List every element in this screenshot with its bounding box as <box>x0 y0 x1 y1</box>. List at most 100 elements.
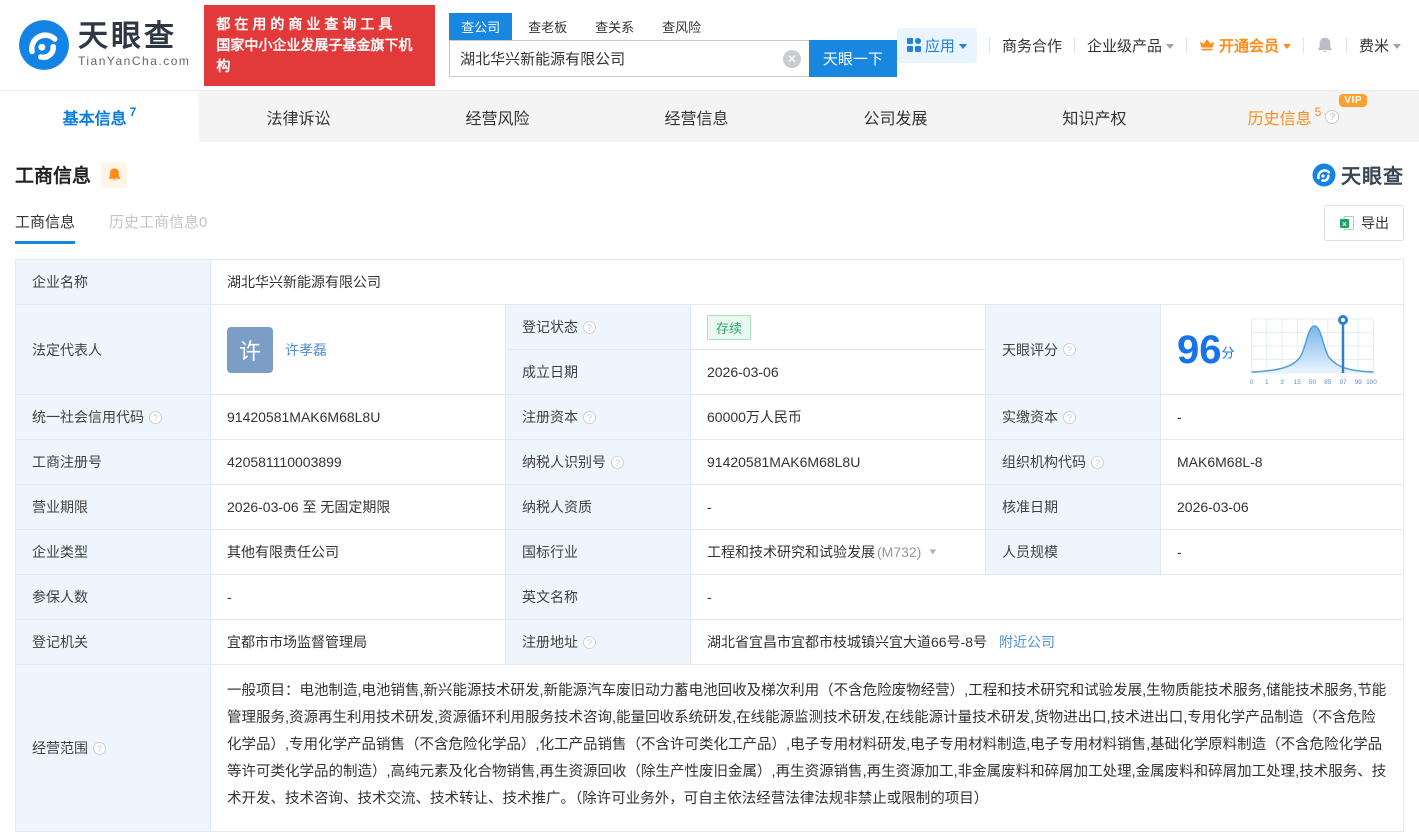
establish-date-label: 成立日期 <box>506 350 691 394</box>
business-scope-label: 经营范围 <box>32 740 88 756</box>
industry-code: (M732) <box>877 544 922 560</box>
nav-divider <box>988 37 990 53</box>
logo-text: 天眼查 TianYanCha.com <box>78 22 191 69</box>
table-row: 企业类型 其他有限责任公司 国标行业 工程和技术研究和试验发展 (M732) ▼… <box>16 530 1403 575</box>
legal-rep-name-link[interactable]: 许孝磊 <box>285 340 327 360</box>
tab-operating-risk[interactable]: 经营风险 <box>398 91 597 142</box>
taxpayer-quality-value: - <box>691 485 986 529</box>
reg-status-label: 登记状态 <box>522 319 578 335</box>
help-icon[interactable]: ? <box>149 410 162 424</box>
help-icon[interactable]: ? <box>611 455 624 469</box>
tab-label: 法律诉讼 <box>266 110 331 128</box>
search-bar: ✕ 天眼一下 <box>449 40 897 77</box>
nav-enterprise-label: 企业级产品 <box>1086 37 1162 55</box>
company-name-value: 湖北华兴新能源有限公司 <box>227 274 381 290</box>
monitor-bell-button[interactable] <box>101 161 128 188</box>
industry-value: 工程和技术研究和试验发展 <box>707 544 875 560</box>
clear-icon[interactable]: ✕ <box>782 49 801 68</box>
help-icon[interactable]: ? <box>1091 455 1104 469</box>
help-icon[interactable]: ? <box>1063 410 1076 424</box>
help-icon[interactable]: ? <box>1325 109 1340 124</box>
org-code-label: 组织机构代码 <box>1002 454 1086 470</box>
logo-domain: TianYanCha.com <box>78 54 191 68</box>
help-icon[interactable]: ? <box>93 741 106 755</box>
nav-user-menu[interactable]: 费米 <box>1359 35 1401 56</box>
score-label-cell: 天眼评分 ? <box>986 305 1161 394</box>
help-icon[interactable]: ? <box>1063 343 1076 356</box>
nearby-companies-link[interactable]: 附近公司 <box>999 632 1055 652</box>
search-tab-boss[interactable]: 查老板 <box>516 13 579 40</box>
tick-label: 50 <box>1308 379 1316 386</box>
legal-rep-cell: 许 许孝磊 <box>211 305 506 394</box>
subtab-current-business-info[interactable]: 工商信息 <box>15 211 76 244</box>
tianyancha-logo[interactable]: 天眼查 TianYanCha.com <box>18 19 190 71</box>
search-tab-relation[interactable]: 查关系 <box>583 13 646 40</box>
reg-address-value: 湖北省宜昌市宜都市枝城镇兴宜大道66号-8号 <box>707 634 988 650</box>
tab-label: 公司发展 <box>863 110 928 128</box>
tick-label: 99 <box>1354 379 1362 386</box>
search-button[interactable]: 天眼一下 <box>808 40 897 77</box>
reg-capital-label: 注册资本 <box>522 409 578 425</box>
search-input[interactable] <box>450 41 809 76</box>
tab-company-development[interactable]: 公司发展 <box>796 91 995 142</box>
chevron-down-icon[interactable]: ▼ <box>927 547 938 557</box>
table-row: 企业名称 湖北华兴新能源有限公司 <box>16 260 1403 305</box>
reg-capital-value: 60000万人民币 <box>691 395 986 439</box>
crown-icon <box>1199 39 1214 51</box>
org-code-label-cell: 组织机构代码 ? <box>986 440 1161 484</box>
help-icon[interactable]: ? <box>583 635 596 649</box>
vip-badge: VIP <box>1339 94 1367 107</box>
reg-address-value-cell: 湖北省宜昌市宜都市枝城镇兴宜大道66号-8号 附近公司 <box>691 620 1403 664</box>
nav-apps-label: 应用 <box>924 37 955 55</box>
company-tabbar: 基本信息 7 法律诉讼 经营风险 经营信息 公司发展 知识产权 VIP 历史信息… <box>0 90 1419 142</box>
search-tab-risk[interactable]: 查风险 <box>650 13 713 40</box>
nav-enterprise[interactable]: 企业级产品 <box>1087 35 1174 56</box>
tab-intellectual-property[interactable]: 知识产权 <box>995 91 1194 142</box>
insured-count-label: 参保人数 <box>16 575 211 619</box>
subtab-history-business-info[interactable]: 历史工商信息0 <box>109 211 207 244</box>
nav-cooperation[interactable]: 商务合作 <box>1002 35 1062 56</box>
reg-number-label: 工商注册号 <box>16 440 211 484</box>
english-name-label: 英文名称 <box>506 575 691 619</box>
tab-operating-info[interactable]: 经营信息 <box>597 91 796 142</box>
subtabs: 工商信息 历史工商信息0 x 导出 <box>15 205 1404 249</box>
legal-rep-avatar[interactable]: 许 <box>227 326 273 373</box>
paid-capital-value: - <box>1177 409 1182 425</box>
nav-divider <box>1302 37 1304 53</box>
help-icon[interactable]: ? <box>583 320 596 334</box>
reg-authority-value: 宜都市市场监督管理局 <box>211 620 506 664</box>
nav-cooperation-label: 商务合作 <box>1001 37 1062 55</box>
reg-status-label-cell: 登记状态 ? <box>506 305 691 349</box>
taxpayer-quality-label: 纳税人资质 <box>506 485 691 529</box>
notifications-bell[interactable] <box>1316 36 1334 54</box>
taxpayer-id-label-cell: 纳税人识别号 ? <box>506 440 691 484</box>
export-button[interactable]: x 导出 <box>1324 205 1404 241</box>
tick-label: 15 <box>1293 379 1301 386</box>
score-value: 96分 <box>1177 330 1235 370</box>
nav-divider <box>1073 37 1075 53</box>
approval-date-label: 核准日期 <box>986 485 1161 529</box>
org-code-value: MAK6M68L-8 <box>1177 454 1263 470</box>
credit-code-label-cell: 统一社会信用代码 ? <box>16 395 211 439</box>
company-type-value: 其他有限责任公司 <box>211 530 506 574</box>
search-tab-company[interactable]: 查公司 <box>449 13 513 40</box>
table-row: 登记机关 宜都市市场监督管理局 注册地址 ? 湖北省宜昌市宜都市枝城镇兴宜大道6… <box>16 620 1403 665</box>
reg-status-value-cell: 存续 <box>691 305 985 349</box>
search-tabs: 查公司 查老板 查关系 查风险 <box>449 13 897 40</box>
nav-open-vip[interactable]: 开通会员 <box>1199 35 1291 56</box>
tab-legal-proceedings[interactable]: 法律诉讼 <box>199 91 398 142</box>
help-icon[interactable]: ? <box>583 410 596 424</box>
tab-basic-info[interactable]: 基本信息 7 <box>0 91 199 142</box>
reg-number-value: 420581110003899 <box>211 440 506 484</box>
nav-vip-label: 开通会员 <box>1218 37 1279 55</box>
reg-address-label: 注册地址 <box>522 634 578 650</box>
taxpayer-id-label: 纳税人识别号 <box>522 454 606 470</box>
chevron-down-icon <box>1282 43 1291 49</box>
logo-swirl-icon <box>19 20 69 70</box>
reg-capital-label-cell: 注册资本 ? <box>506 395 691 439</box>
staff-size-value: - <box>1177 544 1182 560</box>
tab-history-info[interactable]: VIP 历史信息 5 ? <box>1194 91 1393 142</box>
nav-apps[interactable]: 应用 <box>896 27 977 63</box>
table-row: 营业期限 2026-03-06 至 无固定期限 纳税人资质 - 核准日期 202… <box>16 485 1403 530</box>
section-title: 工商信息 <box>15 166 92 187</box>
